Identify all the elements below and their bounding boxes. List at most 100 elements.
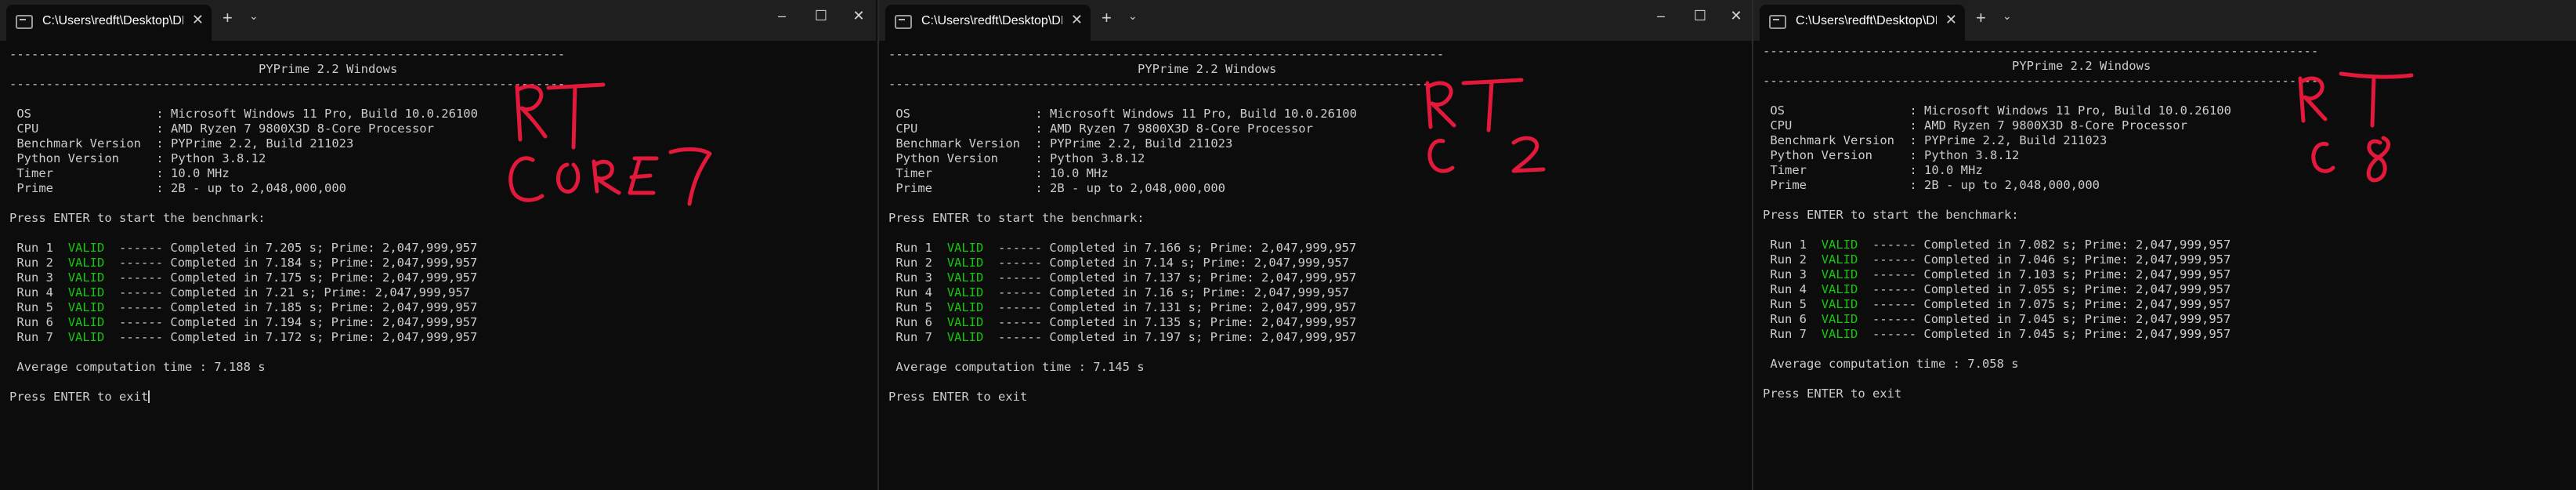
terminal-window-1: C:\Users\redft\Desktop\DRAK ✕ + ⌄ – ☐ ✕ … — [0, 0, 876, 490]
minimize-icon[interactable]: – — [771, 8, 793, 24]
run-row: Run 7 VALID ------ Completed in 7.172 s;… — [16, 330, 478, 344]
run-row: Run 2 VALID ------ Completed in 7.14 s; … — [895, 256, 1349, 270]
info-row-python: Python Version: Python 3.8.12 — [16, 151, 266, 165]
run-row: Run 5 VALID ------ Completed in 7.075 s;… — [1770, 297, 2231, 311]
title-bar[interactable]: C:\Users\redft\Desktop\DRAK ✕ + ⌄ – ☐ ✕ — [879, 0, 1752, 41]
run-row: Run 1 VALID ------ Completed in 7.166 s;… — [895, 241, 1357, 255]
run-row: Run 2 VALID ------ Completed in 7.184 s;… — [16, 256, 478, 270]
heading-text: PYPrime 2.2 Windows — [2012, 59, 2151, 73]
info-row-prime: Prime: 2B - up to 2,048,000,000 — [16, 181, 346, 195]
run-row: Run 3 VALID ------ Completed in 7.137 s;… — [895, 270, 1357, 285]
valid-status: VALID — [1821, 267, 1858, 281]
terminal-icon — [895, 15, 912, 29]
terminal-icon — [1769, 15, 1786, 29]
terminal-tab[interactable]: C:\Users\redft\Desktop\DRAK ✕ — [885, 5, 1091, 41]
info-row-cpu: CPU: AMD Ryzen 7 9800X3D 8-Core Processo… — [16, 122, 434, 136]
run-row: Run 6 VALID ------ Completed in 7.194 s;… — [16, 315, 478, 329]
maximize-icon[interactable]: ☐ — [1689, 8, 1711, 24]
info-row-python: Python Version: Python 3.8.12 — [1770, 148, 2020, 162]
run-row: Run 7 VALID ------ Completed in 7.197 s;… — [895, 330, 1357, 344]
close-icon[interactable]: ✕ — [192, 12, 204, 28]
info-row-benchmark: Benchmark Version: PYPrime 2.2, Build 21… — [1770, 133, 2107, 147]
benchmark-heading: PYPrime 2.2 Windows — [1763, 59, 2576, 74]
separator: ----------------------------------------… — [888, 47, 1445, 61]
plus-icon[interactable]: + — [1976, 8, 1986, 28]
average-time: Average computation time : 7.058 s — [1770, 357, 2019, 371]
tab-title: C:\Users\redft\Desktop\DRAK — [921, 14, 1062, 27]
title-bar[interactable]: C:\Users\redft\Desktop\DRAK ✕ + ⌄ — [1753, 0, 2576, 41]
console-output[interactable]: ----------------------------------------… — [1763, 44, 2576, 490]
info-row-os: OS: Microsoft Windows 11 Pro, Build 10.0… — [895, 107, 1357, 121]
chevron-down-icon[interactable]: ⌄ — [2003, 9, 2012, 23]
terminal-tab[interactable]: C:\Users\redft\Desktop\DRAK ✕ — [6, 5, 212, 41]
info-row-os: OS: Microsoft Windows 11 Pro, Build 10.0… — [16, 107, 478, 121]
info-row-prime: Prime: 2B - up to 2,048,000,000 — [1770, 178, 2100, 192]
info-row-python: Python Version: Python 3.8.12 — [895, 151, 1145, 165]
separator: ----------------------------------------… — [9, 47, 566, 61]
start-prompt: Press ENTER to start the benchmark: — [888, 211, 1145, 225]
valid-status: VALID — [1821, 282, 1858, 296]
chevron-down-icon[interactable]: ⌄ — [249, 9, 259, 23]
valid-status: VALID — [946, 241, 984, 255]
maximize-icon[interactable]: ☐ — [810, 8, 832, 24]
plus-icon[interactable]: + — [1102, 8, 1112, 28]
terminal-icon — [16, 15, 33, 29]
valid-status: VALID — [946, 315, 984, 329]
run-row: Run 4 VALID ------ Completed in 7.21 s; … — [16, 285, 470, 299]
valid-status: VALID — [67, 285, 105, 299]
close-icon[interactable]: ✕ — [1945, 12, 1957, 28]
info-row-benchmark: Benchmark Version: PYPrime 2.2, Build 21… — [895, 136, 1233, 151]
run-row: Run 2 VALID ------ Completed in 7.046 s;… — [1770, 252, 2231, 267]
close-window-icon[interactable]: ✕ — [1725, 8, 1747, 24]
average-time: Average computation time : 7.145 s — [895, 360, 1145, 374]
valid-status: VALID — [67, 270, 105, 285]
run-row: Run 5 VALID ------ Completed in 7.131 s;… — [895, 300, 1357, 314]
chevron-down-icon[interactable]: ⌄ — [1128, 9, 1138, 23]
separator: ----------------------------------------… — [1763, 74, 2319, 88]
valid-status: VALID — [946, 256, 984, 270]
info-row-timer: Timer: 10.0 MHz — [16, 166, 230, 180]
run-row: Run 7 VALID ------ Completed in 7.045 s;… — [1770, 327, 2231, 341]
valid-status: VALID — [67, 256, 105, 270]
valid-status: VALID — [67, 241, 105, 255]
run-row: Run 6 VALID ------ Completed in 7.135 s;… — [895, 315, 1357, 329]
title-bar[interactable]: C:\Users\redft\Desktop\DRAK ✕ + ⌄ – ☐ ✕ — [0, 0, 876, 41]
benchmark-heading: PYPrime 2.2 Windows — [888, 62, 1752, 77]
console-output[interactable]: ----------------------------------------… — [9, 47, 876, 490]
terminal-tab[interactable]: C:\Users\redft\Desktop\DRAK ✕ — [1760, 5, 1965, 41]
run-row: Run 4 VALID ------ Completed in 7.16 s; … — [895, 285, 1349, 299]
valid-status: VALID — [946, 300, 984, 314]
valid-status: VALID — [1821, 238, 1858, 252]
valid-status: VALID — [1821, 252, 1858, 267]
plus-icon[interactable]: + — [223, 8, 233, 28]
run-row: Run 5 VALID ------ Completed in 7.185 s;… — [16, 300, 478, 314]
console-output[interactable]: ----------------------------------------… — [888, 47, 1752, 490]
terminal-window-3: C:\Users\redft\Desktop\DRAK ✕ + ⌄ ------… — [1752, 0, 2576, 490]
run-row: Run 3 VALID ------ Completed in 7.175 s;… — [16, 270, 478, 285]
valid-status: VALID — [1821, 312, 1858, 326]
separator: ----------------------------------------… — [9, 77, 566, 91]
valid-status: VALID — [67, 300, 105, 314]
benchmark-heading: PYPrime 2.2 Windows — [9, 62, 876, 77]
tab-title: C:\Users\redft\Desktop\DRAK — [42, 14, 183, 27]
valid-status: VALID — [67, 330, 105, 344]
info-row-prime: Prime: 2B - up to 2,048,000,000 — [895, 181, 1225, 195]
info-row-timer: Timer: 10.0 MHz — [1770, 163, 1983, 177]
text-cursor — [148, 390, 150, 403]
close-window-icon[interactable]: ✕ — [848, 8, 870, 24]
exit-prompt: Press ENTER to exit — [888, 390, 1028, 404]
info-row-os: OS: Microsoft Windows 11 Pro, Build 10.0… — [1770, 103, 2231, 118]
separator: ----------------------------------------… — [1763, 44, 2319, 58]
run-row: Run 3 VALID ------ Completed in 7.103 s;… — [1770, 267, 2231, 281]
minimize-icon[interactable]: – — [1650, 8, 1672, 24]
run-row: Run 1 VALID ------ Completed in 7.205 s;… — [16, 241, 478, 255]
run-row: Run 1 VALID ------ Completed in 7.082 s;… — [1770, 238, 2231, 252]
tab-title: C:\Users\redft\Desktop\DRAK — [1796, 14, 1937, 27]
info-row-cpu: CPU: AMD Ryzen 7 9800X3D 8-Core Processo… — [895, 122, 1313, 136]
heading-text: PYPrime 2.2 Windows — [259, 62, 398, 76]
terminal-window-2: C:\Users\redft\Desktop\DRAK ✕ + ⌄ – ☐ ✕ … — [877, 0, 1752, 490]
valid-status: VALID — [946, 270, 984, 285]
close-icon[interactable]: ✕ — [1071, 12, 1083, 28]
exit-prompt: Press ENTER to exit — [1763, 387, 1902, 401]
run-row: Run 4 VALID ------ Completed in 7.055 s;… — [1770, 282, 2231, 296]
